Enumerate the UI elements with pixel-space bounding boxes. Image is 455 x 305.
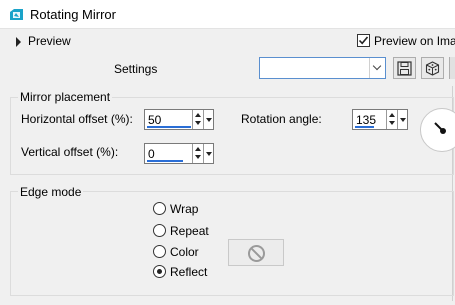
preview-on-image-label: Preview on Image	[374, 34, 455, 48]
save-icon	[397, 61, 412, 76]
toolbar-overflow-button[interactable]	[449, 57, 455, 79]
vertical-offset-underline	[147, 160, 183, 162]
app-icon	[10, 9, 23, 20]
edge-mode-repeat-radio[interactable]	[153, 224, 166, 237]
edge-mode-legend: Edge mode	[18, 185, 84, 199]
rotation-angle-underline	[355, 126, 374, 128]
randomize-button[interactable]	[421, 57, 444, 79]
preview-toggle[interactable]: Preview	[28, 34, 71, 48]
arrow-up-icon[interactable]	[389, 113, 395, 117]
edge-mode-repeat-label[interactable]: Repeat	[170, 224, 209, 238]
dice-icon	[425, 61, 440, 76]
title-bar: Rotating Mirror	[0, 0, 455, 29]
horizontal-offset-dropdown[interactable]	[203, 110, 213, 129]
checkmark-icon	[358, 36, 369, 45]
expand-caret-icon[interactable]	[16, 37, 21, 47]
dial-pointer-icon	[434, 122, 446, 134]
edge-mode-wrap-label[interactable]: Wrap	[170, 202, 198, 216]
vertical-offset-stepper[interactable]	[192, 144, 202, 163]
arrow-down-icon[interactable]	[389, 121, 395, 125]
arrow-down-icon[interactable]	[195, 121, 201, 125]
edge-mode-color-label[interactable]: Color	[170, 245, 199, 259]
vertical-offset-value[interactable]: 0	[148, 147, 155, 161]
preview-on-image-checkbox[interactable]	[357, 34, 370, 47]
edge-mode-wrap-radio[interactable]	[153, 202, 166, 215]
vertical-offset-dropdown[interactable]	[203, 144, 213, 163]
rotation-angle-value[interactable]: 135	[356, 113, 376, 127]
vertical-offset-label: Vertical offset (%):	[21, 145, 119, 159]
rotation-angle-dial[interactable]	[420, 108, 455, 152]
edge-mode-color-radio[interactable]	[153, 245, 166, 258]
horizontal-offset-spinbox[interactable]: 50	[144, 109, 214, 130]
horizontal-offset-label: Horizontal offset (%):	[21, 112, 133, 126]
chevron-down-icon[interactable]	[369, 58, 385, 78]
rotation-angle-label: Rotation angle:	[241, 112, 322, 126]
horizontal-offset-stepper[interactable]	[192, 110, 202, 129]
rotation-angle-stepper[interactable]	[386, 110, 396, 129]
edge-mode-reflect-label[interactable]: Reflect	[170, 265, 207, 279]
horizontal-offset-underline	[147, 126, 191, 128]
edge-color-swatch[interactable]	[228, 239, 284, 266]
rotation-angle-spinbox[interactable]: 135	[352, 109, 408, 130]
settings-label: Settings	[114, 62, 158, 76]
arrow-up-icon[interactable]	[195, 147, 201, 151]
vertical-offset-spinbox[interactable]: 0	[144, 143, 214, 164]
settings-combo[interactable]	[259, 57, 386, 79]
rotation-angle-dropdown[interactable]	[397, 110, 407, 129]
arrow-down-icon[interactable]	[195, 155, 201, 159]
disabled-icon	[248, 245, 265, 262]
edge-mode-reflect-radio[interactable]	[153, 265, 166, 278]
mirror-placement-legend: Mirror placement	[18, 90, 113, 104]
save-settings-button[interactable]	[393, 57, 416, 79]
horizontal-offset-value[interactable]: 50	[148, 113, 161, 127]
window-title: Rotating Mirror	[30, 7, 116, 22]
arrow-up-icon[interactable]	[195, 113, 201, 117]
